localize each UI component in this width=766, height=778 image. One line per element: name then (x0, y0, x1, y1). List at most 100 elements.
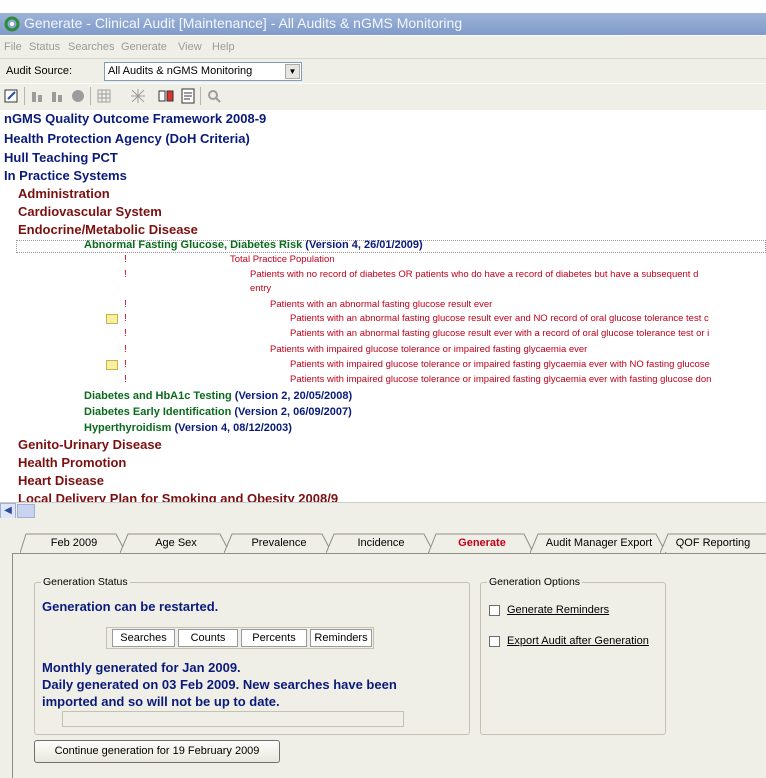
audit-source-bar: Audit Source: All Audits & nGMS Monitori… (0, 59, 766, 83)
menu-generate[interactable]: Generate (121, 41, 167, 53)
generate-reminders-checkbox[interactable] (489, 605, 500, 616)
document-icon[interactable] (180, 88, 196, 104)
menu-file[interactable]: File (4, 41, 22, 53)
rule-line-continuation: entry (250, 283, 272, 294)
compare-icon[interactable] (158, 88, 174, 104)
audit-name: Hyperthyroidism (84, 422, 172, 434)
window-title: Generate - Clinical Audit [Maintenance] … (24, 15, 463, 31)
top-strip (0, 0, 766, 13)
generation-status-legend: Generation Status (43, 576, 128, 588)
menu-searches[interactable]: Searches (68, 41, 114, 53)
tree-node-diabetes-hba1c[interactable]: Diabetes and HbA1c Testing (Version 2, 2… (84, 390, 352, 402)
toolbar (0, 84, 766, 111)
audit-name: Diabetes Early Identification (84, 406, 232, 418)
rule-line[interactable]: Patients with impaired glucose tolerance… (290, 374, 711, 385)
audit-tree[interactable]: nGMS Quality Outcome Framework 2008-9 He… (0, 110, 766, 502)
tree-node-ngms-qof[interactable]: nGMS Quality Outcome Framework 2008-9 (4, 111, 266, 126)
rule-line[interactable]: Total Practice Population (230, 254, 335, 265)
chevron-down-icon[interactable]: ▼ (285, 64, 300, 79)
tree-node-hyperthyroidism[interactable]: Hyperthyroidism (Version 4, 08/12/2003) (84, 422, 292, 434)
bars-icon[interactable] (50, 88, 66, 104)
tree-node-genito-urinary[interactable]: Genito-Urinary Disease (18, 437, 162, 452)
tree-node-hull-pct[interactable]: Hull Teaching PCT (4, 150, 118, 165)
audit-name: Abnormal Fasting Glucose, Diabetes Risk (84, 239, 303, 251)
tab-label: Age Sex (155, 537, 197, 549)
tree-node-endocrine[interactable]: Endocrine/Metabolic Disease (18, 222, 198, 237)
audit-source-label: Audit Source: (6, 65, 73, 77)
tab-label: Audit Manager Export (545, 537, 653, 549)
menu-status[interactable]: Status (29, 41, 60, 53)
warning-mark-icon: ! (124, 254, 127, 265)
warning-mark-icon: ! (124, 313, 127, 324)
tree-node-in-practice[interactable]: In Practice Systems (4, 168, 127, 183)
phase-searches: Searches (112, 629, 175, 647)
toolbar-separator (24, 87, 25, 105)
scroll-thumb[interactable] (17, 504, 35, 518)
menu-help[interactable]: Help (212, 41, 235, 53)
warning-mark-icon: ! (124, 359, 127, 370)
scroll-left-icon[interactable]: ◀ (0, 503, 16, 519)
title-bar: Generate - Clinical Audit [Maintenance] … (0, 13, 766, 35)
generate-reminders-label[interactable]: Generate Reminders (507, 604, 609, 616)
tree-node-abnormal-fasting-glucose[interactable]: Abnormal Fasting Glucose, Diabetes Risk … (84, 239, 423, 251)
rule-line[interactable]: Patients with an abnormal fasting glucos… (290, 328, 709, 339)
warning-mark-icon: ! (124, 328, 127, 339)
export-audit-label[interactable]: Export Audit after Generation (507, 635, 649, 647)
generation-status-text: Generation can be restarted. (42, 599, 219, 614)
tab-audit-manager-export[interactable]: Audit Manager Export (530, 533, 668, 554)
note-icon[interactable] (106, 314, 118, 324)
tree-node-administration[interactable]: Administration (18, 186, 110, 201)
warning-mark-icon: ! (124, 299, 127, 310)
note-icon[interactable] (106, 360, 118, 370)
tree-node-health-promotion[interactable]: Health Promotion (18, 455, 126, 470)
tab-age-sex[interactable]: Age Sex (120, 533, 232, 554)
rule-line[interactable]: Patients with impaired glucose tolerance… (270, 344, 587, 355)
warning-mark-icon: ! (124, 269, 127, 280)
tree-node-hpa[interactable]: Health Protection Agency (DoH Criteria) (4, 131, 250, 146)
generation-options-legend: Generation Options (489, 576, 581, 588)
tree-node-diabetes-early[interactable]: Diabetes Early Identification (Version 2… (84, 406, 352, 418)
tab-qof-reporting[interactable]: QOF Reporting (660, 533, 766, 554)
rule-line[interactable]: Patients with an abnormal fasting glucos… (290, 313, 709, 324)
tab-incidence[interactable]: Incidence (326, 533, 436, 554)
rule-line[interactable]: Patients with an abnormal fasting glucos… (270, 299, 492, 310)
continue-generation-button[interactable]: Continue generation for 19 February 2009 (34, 740, 280, 763)
tab-label: Generate (458, 537, 506, 549)
audit-source-value: All Audits & nGMS Monitoring (108, 65, 253, 77)
warning-mark-icon: ! (124, 374, 127, 385)
menu-bar: File Status Searches Generate View Help (0, 36, 766, 59)
menu-view[interactable]: View (178, 41, 202, 53)
audit-version: (Version 2, 20/05/2008) (234, 390, 353, 402)
tree-node-cardiovascular[interactable]: Cardiovascular System (18, 204, 162, 219)
tab-prevalence[interactable]: Prevalence (224, 533, 334, 554)
rule-line[interactable]: Patients with impaired glucose tolerance… (290, 359, 710, 370)
grid-dots-icon[interactable] (130, 88, 146, 104)
audit-version: (Version 2, 06/09/2007) (234, 406, 352, 418)
generation-options-group: Generation Options (480, 576, 666, 735)
tree-node-local-delivery-plan[interactable]: Local Delivery Plan for Smoking and Obes… (18, 491, 338, 502)
tab-label: Feb 2009 (50, 537, 98, 549)
phase-percents: Percents (241, 629, 307, 647)
continue-button-label: Continue generation for 19 February 2009 (54, 745, 260, 757)
tab-label: Incidence (357, 537, 405, 549)
magnify-icon[interactable] (206, 88, 222, 104)
audit-version: (Version 4, 08/12/2003) (174, 422, 292, 434)
audit-name: Diabetes and HbA1c Testing (84, 390, 232, 402)
edit-icon[interactable] (4, 88, 20, 104)
tab-generate[interactable]: Generate (428, 533, 536, 555)
warning-mark-icon: ! (124, 344, 127, 355)
horizontal-scrollbar[interactable]: ◀ (0, 502, 766, 519)
export-audit-checkbox[interactable] (489, 636, 500, 647)
daily-generated-text-2: imported and so will not be up to date. (42, 694, 280, 709)
audit-source-select[interactable]: All Audits & nGMS Monitoring ▼ (104, 62, 302, 81)
record-icon[interactable] (70, 88, 86, 104)
tree-node-heart-disease[interactable]: Heart Disease (18, 473, 104, 488)
toolbar-separator (90, 87, 91, 105)
bars-icon[interactable] (30, 88, 46, 104)
grid-icon[interactable] (96, 88, 112, 104)
tab-feb-2009[interactable]: Feb 2009 (20, 533, 128, 554)
rule-line[interactable]: Patients with no record of diabetes OR p… (250, 269, 698, 280)
phase-reminders: Reminders (310, 629, 372, 647)
daily-generated-text: Daily generated on 03 Feb 2009. New sear… (42, 677, 397, 692)
app-logo-icon (4, 16, 20, 32)
